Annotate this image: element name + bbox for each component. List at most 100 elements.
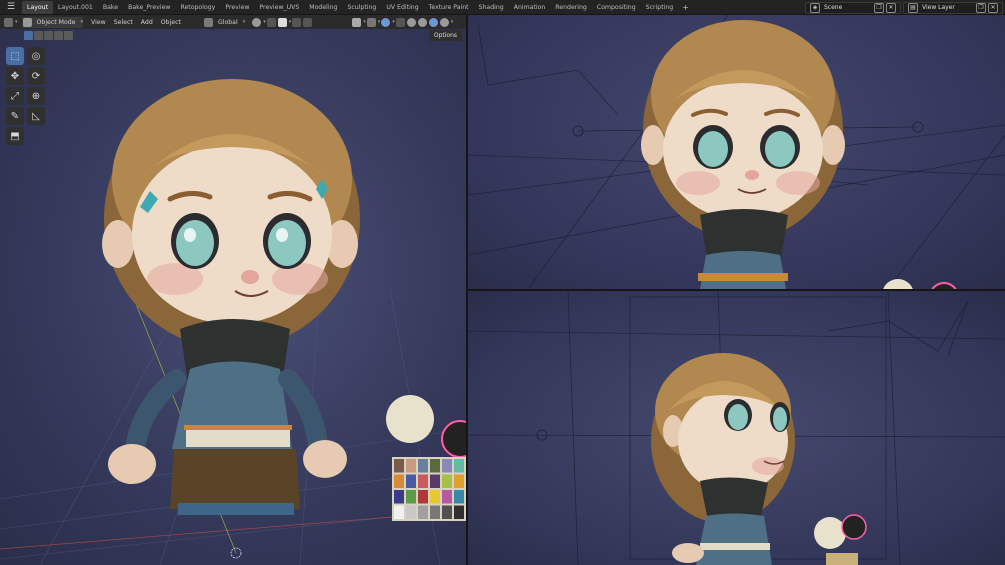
color-patch	[442, 459, 452, 473]
viewport-main-scene	[0, 79, 466, 565]
pivot-point-icon[interactable]	[252, 17, 262, 27]
chevron-down-icon: ▾	[80, 19, 84, 25]
view-layer-name: View Layer	[922, 4, 955, 11]
color-patch	[394, 474, 404, 488]
select-box-tool[interactable]: ⬚	[6, 47, 24, 65]
select-subtract-icon[interactable]	[44, 31, 53, 40]
menu-select[interactable]: Select	[110, 17, 137, 28]
annotate-tool[interactable]: ✎	[6, 107, 24, 125]
tab-scripting[interactable]: Scripting	[641, 1, 679, 14]
menu-object[interactable]: Object	[157, 17, 185, 28]
chevron-down-icon[interactable]: ▾	[288, 19, 292, 25]
cube-icon: ⬒	[10, 130, 20, 142]
tab-compositing[interactable]: Compositing	[592, 1, 641, 14]
snap-icon[interactable]	[266, 17, 276, 27]
select-intersect-icon[interactable]	[64, 31, 73, 40]
color-patch	[442, 505, 452, 519]
shading-rendered-icon[interactable]	[439, 17, 449, 27]
view-layer-selector[interactable]: ▤ View Layer ❐ ✕	[903, 1, 1003, 14]
rotate-tool[interactable]: ⟳	[27, 67, 45, 85]
character-model[interactable]	[102, 79, 360, 515]
shading-material-icon[interactable]	[428, 17, 438, 27]
tab-texture-paint[interactable]: Texture Paint	[424, 1, 474, 14]
options-dropdown[interactable]: Options	[428, 30, 462, 41]
menu-add[interactable]: Add	[137, 17, 157, 28]
tab-modeling[interactable]: Modeling	[304, 1, 342, 14]
color-checker-chart[interactable]	[392, 457, 466, 521]
tab-rendering[interactable]: Rendering	[550, 1, 592, 14]
shading-solid-icon[interactable]	[417, 17, 427, 27]
color-patch	[454, 490, 464, 504]
viewport-camera-bottom[interactable]	[468, 291, 1005, 565]
tab-bake-preview[interactable]: Bake_Preview	[123, 1, 175, 14]
move-tool[interactable]: ✥	[6, 67, 24, 85]
view-layer-icon: ▤	[908, 2, 918, 13]
color-patch	[430, 490, 440, 504]
chevron-down-icon[interactable]: ▾	[391, 19, 395, 25]
close-view-layer-icon[interactable]: ✕	[988, 2, 998, 13]
color-patch	[394, 505, 404, 519]
proportional-edit-icon[interactable]	[292, 17, 302, 27]
character-model-top[interactable]	[641, 20, 845, 289]
scene-icon: ◈	[810, 2, 820, 13]
transform-orientation-dropdown[interactable]: Global	[214, 17, 242, 28]
select-invert-icon[interactable]	[54, 31, 63, 40]
duplicate-view-layer-icon[interactable]: ❐	[976, 2, 986, 13]
select-new-icon[interactable]	[24, 31, 33, 40]
character-model-bottom[interactable]	[651, 353, 795, 565]
chevron-down-icon[interactable]: ▾	[362, 19, 366, 25]
snap-target-icon[interactable]	[277, 17, 287, 27]
transform-tool[interactable]: ⊕	[27, 87, 45, 105]
shading-wireframe-icon[interactable]	[406, 17, 416, 27]
editor-type-icon[interactable]	[4, 17, 13, 27]
menu-view[interactable]: View	[87, 17, 110, 28]
chevron-down-icon[interactable]: ▾	[450, 19, 454, 25]
select-extend-icon[interactable]	[34, 31, 43, 40]
main-menu-icon[interactable]: ☰	[0, 0, 22, 15]
add-cube-tool[interactable]: ⬒	[6, 127, 24, 145]
tab-shading[interactable]: Shading	[474, 1, 509, 14]
color-patch	[406, 505, 416, 519]
gizmo-icon[interactable]	[366, 17, 376, 27]
overlays-icon[interactable]	[381, 17, 391, 27]
tab-animation[interactable]: Animation	[509, 1, 551, 14]
viewport-subheader: Options	[0, 29, 466, 42]
scale-tool[interactable]: ⤢	[6, 87, 24, 105]
chevron-down-icon[interactable]: ▾	[14, 19, 18, 25]
visibility-icon[interactable]	[352, 17, 362, 27]
tab-uv-editing[interactable]: UV Editing	[381, 1, 423, 14]
move-icon: ✥	[10, 70, 20, 82]
tab-layout-001[interactable]: Layout.001	[53, 1, 98, 14]
falloff-icon[interactable]	[303, 17, 313, 27]
tool-shelf: ⬚ ◎ ✥ ⟳ ⤢ ⊕ ✎ ◺ ⬒	[6, 47, 46, 145]
viewport-main[interactable]	[0, 29, 466, 565]
color-patch	[454, 505, 464, 519]
chevron-down-icon[interactable]: ▾	[242, 19, 246, 25]
measure-icon: ◺	[32, 110, 40, 122]
cursor-tool[interactable]: ◎	[27, 47, 45, 65]
transform-icon: ⊕	[31, 90, 41, 102]
tab-sculpting[interactable]: Sculpting	[342, 1, 381, 14]
tab-bake[interactable]: Bake	[98, 1, 123, 14]
tab-layout[interactable]: Layout	[22, 0, 54, 14]
duplicate-scene-icon[interactable]: ❐	[874, 2, 884, 13]
area-divider-horizontal[interactable]	[468, 289, 1005, 291]
workspace-tabs: Layout Layout.001 Bake Bake_Preview Retopolo…	[22, 0, 693, 15]
measure-tool[interactable]: ◺	[27, 107, 45, 125]
scene-selector[interactable]: ◈ Scene ❐ ✕	[805, 1, 901, 14]
add-workspace-button[interactable]: +	[678, 3, 693, 12]
top-bar: ☰ Layout Layout.001 Bake Bake_Preview Retopo…	[0, 0, 1005, 15]
rotate-icon: ⟳	[31, 70, 41, 82]
reference-sphere-diffuse[interactable]	[386, 395, 434, 443]
tab-preview-uvs[interactable]: Preview_UVS	[254, 1, 304, 14]
xray-icon[interactable]	[395, 17, 405, 27]
tab-retopology[interactable]: Retopology	[175, 1, 220, 14]
close-scene-icon[interactable]: ✕	[886, 2, 896, 13]
chevron-down-icon[interactable]: ▾	[377, 19, 381, 25]
reference-sphere-chrome[interactable]	[441, 420, 466, 458]
chevron-down-icon[interactable]: ▾	[262, 19, 266, 25]
tab-preview[interactable]: Preview	[220, 1, 254, 14]
viewport-camera-top[interactable]	[468, 15, 1005, 289]
color-patch	[442, 474, 452, 488]
mode-dropdown[interactable]: Object Mode ▾	[21, 16, 84, 28]
